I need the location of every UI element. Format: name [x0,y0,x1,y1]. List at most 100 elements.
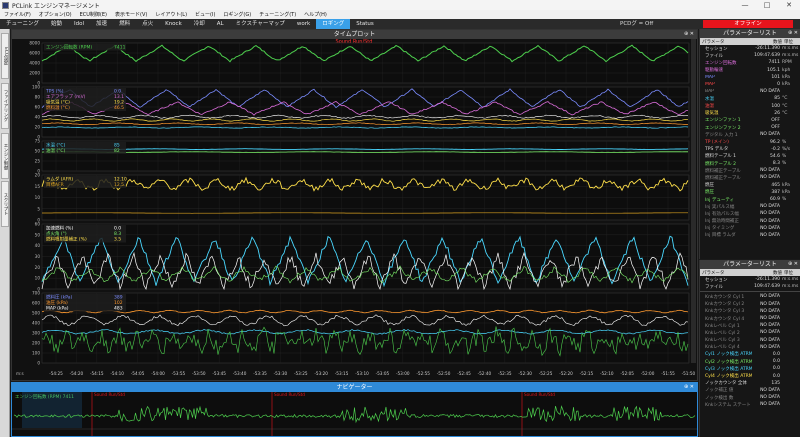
parameter-row[interactable]: エンジンファン 1 OFF [700,117,800,124]
parameter-row[interactable]: Inj タイミング NO DATA [700,225,800,232]
column-parameter[interactable]: パラメータ [700,270,752,276]
plot-pane[interactable] [41,86,690,138]
menu-item[interactable]: ビュー(I) [191,11,219,18]
column-parameter[interactable]: パラメータ [700,39,752,45]
minimize-button[interactable]: — [734,1,756,9]
parameter-value: 0 [777,82,780,88]
parameter-row[interactable]: 燃料テーブル 1 54.6% [700,153,800,160]
parameter-row[interactable]: Cyl1 ノック検出 ATRM 0.0 [700,351,800,358]
tab-item[interactable]: 冷却 [188,19,211,29]
parameter-row[interactable]: Inj 無効時間補正 NO DATA [700,218,800,225]
menu-item[interactable]: オプション(O) [35,11,76,18]
parameter-row[interactable]: Inj 目標 ラムダ NO DATA [700,232,800,239]
pane-legend[interactable]: エンジン回転数 (RPM) 7411 [44,44,126,51]
side-tab[interactable]: ファイアリング [1,83,9,129]
tab-item[interactable]: 加速 [90,19,113,29]
tab-item[interactable]: ロギング [316,19,351,29]
offline-button[interactable]: オフライン [703,20,793,28]
parameter-row[interactable]: Knkカウンタ Cyl 3 NO DATA [700,308,800,315]
parameter-row[interactable]: Inj 有効パルス幅 NO DATA [700,210,800,217]
tab-item[interactable]: ミクスチャーマップ [230,19,291,29]
time-plot-chart[interactable]: Sound Run/Std800060004000200001008060402… [12,39,697,380]
parameter-row[interactable]: Knkシステム ステート NO DATA [700,401,800,408]
tab-item[interactable]: Idol [68,19,90,29]
parameter-row[interactable]: 駆動輪速 105.1 kph [700,67,800,74]
parameter-row[interactable]: 燃料補正テーブル NO DATA [700,167,800,174]
menu-item[interactable]: ファイル(F) [0,11,35,18]
tab-item[interactable]: 点火 [136,19,159,29]
side-tab[interactable]: スクリプト [1,181,9,227]
vertical-scrollbar[interactable] [691,39,696,363]
tab-item[interactable]: チューニング [0,19,45,29]
menu-item[interactable]: レイアウト(L) [151,11,191,18]
plot-pane[interactable] [41,292,690,364]
pane-legend[interactable]: 水温 (°C) 85 油温 (°C) 82 [44,142,126,155]
navigator-pin-icon[interactable]: ⊕ ✕ [684,383,694,392]
parameter-row[interactable]: TP (メイン) 96.2% [700,138,800,146]
parameter-row[interactable]: TPS デルタ -0.2 %/s [700,146,800,153]
parameter-row[interactable]: ファイル 109:47.639 m:s.ms [700,52,800,59]
pane-legend[interactable]: 加速燃料 (%) 0.0 点火角 (°) 8.3 燃料噴射量補正 (%) 3.5 [44,225,126,243]
parameter-row[interactable]: MAP 101 kPa [700,74,800,81]
pane-legend[interactable]: ラムダ (AFR) 12.10 目標AFR 12.5 [44,176,127,189]
parameter-row[interactable]: Knkカウンタ Cyl 4 NO DATA [700,315,800,322]
parameter-row[interactable]: Inj デューティ 60.9% [700,196,800,203]
parameter-row[interactable]: ファイル 109:47.639 m:s.ms [700,283,800,290]
close-button[interactable]: ✕ [778,1,800,9]
tab-item[interactable]: Knock [159,19,188,29]
parameter-row[interactable]: デジタル 入力 1 NO DATA [700,131,800,138]
list-pin-icon[interactable]: ⊕ ✕ [788,260,798,269]
parameter-row[interactable]: ノック補正 値 NO DATA [700,387,800,394]
parameter-row[interactable]: Knkカウンタ Cyl 2 NO DATA [700,301,800,308]
tab-item[interactable]: Status [350,19,380,29]
parameter-row[interactable]: Knkレベル Cyl 3 NO DATA [700,337,800,344]
parameter-row[interactable]: エンジン回転数 7411 RPM [700,59,800,66]
parameter-row[interactable]: セッション -26:11.390 m:s.ms [700,276,800,283]
parameter-row[interactable]: ノックカウンタ 全体 135 [700,380,800,387]
side-tab[interactable]: エンジン制御 [1,133,9,179]
tab-item[interactable]: work [291,19,316,29]
menu-item[interactable]: ロギング(G) [219,11,255,18]
parameter-row[interactable]: ノック検出 数 NO DATA [700,394,800,401]
parameter-row[interactable]: 吸気温 26 °C [700,110,800,117]
parameter-row[interactable]: 水温 85 °C [700,95,800,102]
parameter-row[interactable]: Knkカウンタ Cyl 1 NO DATA [700,293,800,300]
tab-item[interactable]: 燃料 [113,19,136,29]
parameter-row[interactable]: Inj 実パルス幅 NO DATA [700,203,800,210]
panel-pin-icon[interactable]: ⊕ ✕ [684,30,694,39]
column-unit[interactable]: 単位 [782,39,800,45]
parameter-row[interactable]: 燃料補正テーブル NO DATA [700,174,800,181]
navigator-selection[interactable] [22,392,82,428]
pane-legend[interactable]: 燃料圧 (kPa) 389 油圧 (kPa) 102 MAP (kPa) 483 [44,294,126,312]
tab-item[interactable]: 始動 [45,19,68,29]
parameter-row[interactable]: 油温 100 °C [700,103,800,110]
menu-item[interactable]: ECU制御(E) [76,11,111,18]
plot-pane[interactable] [41,140,690,172]
menu-item[interactable]: 表示モード(V) [111,11,151,18]
parameter-row[interactable]: Knkレベル Cyl 2 NO DATA [700,329,800,336]
parameter-row[interactable]: Cyl4 ノック検出 ATRM 0.0 [700,372,800,380]
parameter-row[interactable]: 燃圧 387 kPa [700,189,800,196]
parameter-value: -26:11.390 [755,46,780,52]
parameter-row[interactable]: MAP 0 kPa [700,81,800,88]
parameter-row[interactable]: Cyl2 ノック検出 ATRM 0.0 [700,358,800,365]
parameter-row[interactable]: BAP NO DATA [700,88,800,95]
navigator-chart[interactable]: エンジン回転数 (RPM) 7411Sound Run/Std Sound Run… [12,392,697,436]
pane-legend[interactable]: TPS (%) 0.0 エアフラップ (mV) 13.1 吸気温 (°C) 19.2 燃料温… [44,88,126,111]
menu-item[interactable]: チューニング(T) [255,11,300,18]
parameter-row[interactable]: 燃圧 465 kPa [700,182,800,189]
tab-item[interactable]: AL [211,19,230,29]
column-value[interactable]: 数値 [752,39,782,45]
maximize-button[interactable]: □ [756,1,778,9]
menu-item[interactable]: ヘルプ(H) [300,11,331,18]
column-value[interactable]: 数値 [752,270,782,276]
parameter-row[interactable]: エンジンファン 2 OFF [700,124,800,131]
column-unit[interactable]: 単位 [782,270,800,276]
parameter-row[interactable]: セッション -26:11.390 m:s.ms [700,45,800,52]
side-tab[interactable]: ECU設定 [1,33,9,79]
list-pin-icon[interactable]: ⊕ ✕ [788,29,798,38]
parameter-row[interactable]: Cyl3 ノック検出 ATRM 0.0 [700,365,800,372]
parameter-row[interactable]: 燃料テーブル 2 8.3% [700,160,800,167]
parameter-row[interactable]: Knkレベル Cyl 1 NO DATA [700,322,800,329]
parameter-row[interactable]: Knkレベル Cyl 4 NO DATA [700,344,800,351]
